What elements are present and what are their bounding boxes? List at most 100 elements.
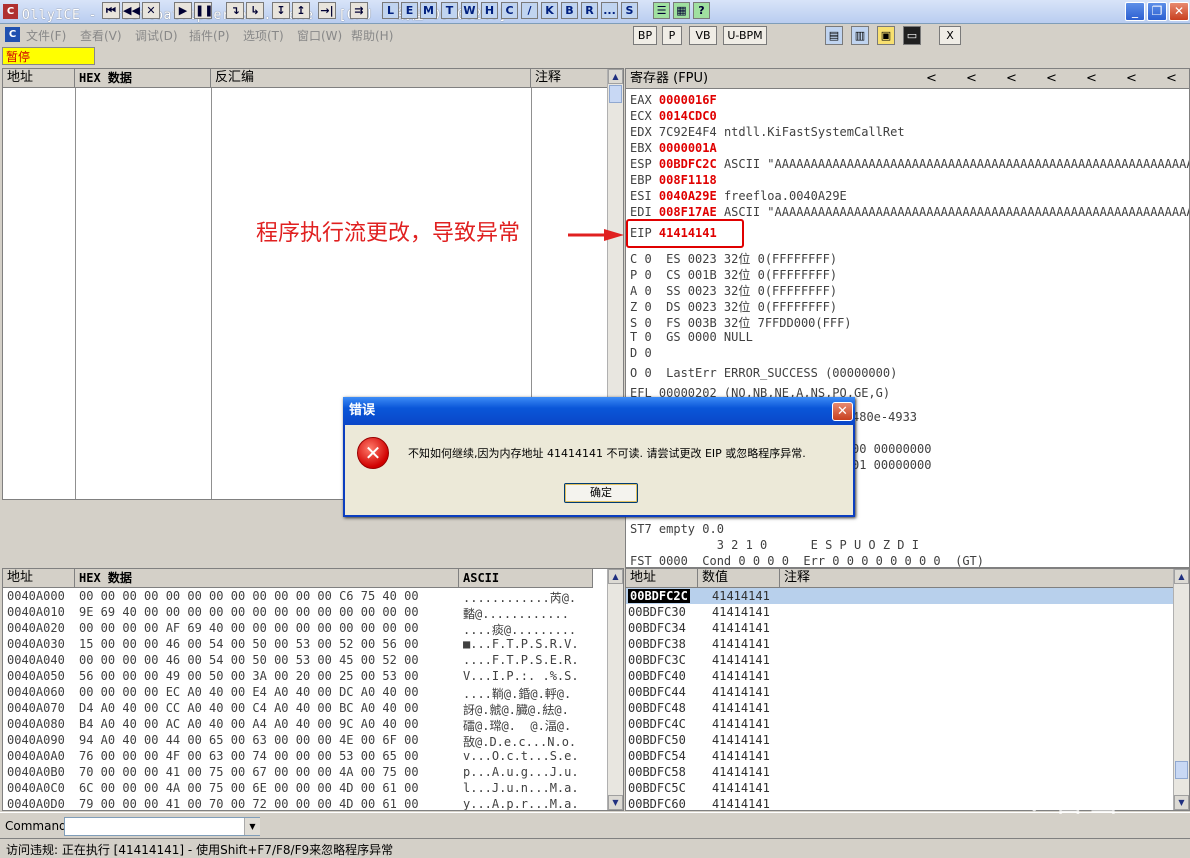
menu-debug[interactable]: 调试(D): [135, 27, 178, 44]
scroll-down-icon[interactable]: ▼: [608, 795, 623, 810]
scroll-down-icon[interactable]: ▼: [1174, 795, 1189, 810]
flag-line[interactable]: Z 0 DS 0023 32位 0(FFFFFFFF): [630, 298, 837, 315]
flag-line[interactable]: O 0 LastErr ERROR_SUCCESS (00000000): [630, 366, 897, 380]
stack-address[interactable]: 00BDFC60: [628, 797, 686, 810]
scroll-up-icon[interactable]: ▲: [608, 69, 623, 84]
stack-value[interactable]: 41414141: [712, 653, 770, 667]
dump-pane[interactable]: 地址 HEX 数据 ASCII 0040A000 00 00 00 00 00 0…: [2, 568, 624, 811]
stack-address[interactable]: 00BDFC48: [628, 701, 686, 715]
pause-button[interactable]: ❚❚: [194, 2, 213, 19]
references-button[interactable]: R: [581, 2, 598, 19]
stack-value[interactable]: 41414141: [712, 685, 770, 699]
scroll-thumb[interactable]: [609, 85, 622, 103]
stack-address[interactable]: 00BDFC38: [628, 637, 686, 651]
stack-scrollbar[interactable]: ▲ ▼: [1173, 569, 1189, 810]
chevron-left-icon[interactable]: <: [1086, 71, 1097, 86]
register-value[interactable]: 0014CDC0: [659, 109, 717, 123]
dump-hex[interactable]: 6C 00 00 00 4A 00 75 00 6E 00 00 00 4D 0…: [79, 781, 419, 795]
list-view-icon[interactable]: ☰: [653, 2, 670, 19]
chevron-left-icon[interactable]: <: [1126, 71, 1137, 86]
dump-address[interactable]: 0040A010: [7, 605, 65, 619]
register-ebp[interactable]: EBP 008F1118: [630, 173, 717, 187]
chevron-left-icon[interactable]: <: [1166, 71, 1177, 86]
menu-window[interactable]: 窗口(W): [297, 27, 342, 44]
stack-value[interactable]: 41414141: [712, 717, 770, 731]
dump-header-address[interactable]: 地址: [3, 569, 75, 588]
register-edx[interactable]: EDX 7C92E4F4 ntdll.KiFastSystemCallRet: [630, 125, 905, 139]
dump-hex[interactable]: 79 00 00 00 41 00 70 00 72 00 00 00 4D 0…: [79, 797, 419, 810]
register-value[interactable]: 00BDFC2C: [659, 157, 717, 171]
dump-ascii[interactable]: l...J.u.n...M.a.: [463, 781, 579, 795]
dump-hex[interactable]: 00 00 00 00 46 00 54 00 50 00 53 00 45 0…: [79, 653, 419, 667]
dump-ascii[interactable]: V...I.P.:. .%.S.: [463, 669, 579, 683]
chevron-left-icon[interactable]: <: [926, 71, 937, 86]
trace-into-button[interactable]: ↧: [272, 2, 290, 19]
cpu-button[interactable]: C: [501, 2, 518, 19]
stop-button[interactable]: ✕: [142, 2, 160, 19]
goto-button[interactable]: ⇉: [350, 2, 368, 19]
help-icon[interactable]: ?: [693, 2, 710, 19]
dump-hex[interactable]: 70 00 00 00 41 00 75 00 67 00 00 00 4A 0…: [79, 765, 419, 779]
grid-view-icon[interactable]: ▦: [673, 2, 690, 19]
dump-hex[interactable]: 94 A0 40 00 44 00 65 00 63 00 00 00 4E 0…: [79, 733, 419, 747]
dump-ascii[interactable]: 敔@.D.e.c...N.o.: [463, 733, 576, 750]
stack-header-value[interactable]: 数值: [698, 569, 780, 588]
register-value[interactable]: 008F1118: [659, 173, 717, 187]
stack-address[interactable]: 00BDFC5C: [628, 781, 686, 795]
breakpoints-button[interactable]: B: [561, 2, 578, 19]
flag-line[interactable]: S 0 FS 003B 32位 7FFDD000(FFF): [630, 314, 852, 331]
scroll-up-icon[interactable]: ▲: [608, 569, 623, 584]
dump-address[interactable]: 0040A030: [7, 637, 65, 651]
dump-ascii[interactable]: ....F.T.P.S.E.R.: [463, 653, 579, 667]
dump-hex[interactable]: B4 A0 40 00 AC A0 40 00 A4 A0 40 00 9C A…: [79, 717, 419, 731]
patches-button[interactable]: /: [521, 2, 538, 19]
menu-file[interactable]: 文件(F): [26, 27, 66, 44]
flag-line[interactable]: A 0 SS 0023 32位 0(FFFFFFFF): [630, 282, 837, 299]
stack-value[interactable]: 41414141: [712, 605, 770, 619]
register-value[interactable]: 7C92E4F4: [659, 125, 717, 139]
stack-value[interactable]: 41414141: [712, 749, 770, 763]
dump-ascii[interactable]: ............芮@.: [463, 589, 576, 606]
register-esp[interactable]: ESP 00BDFC2C ASCII "AAAAAAAAAAAAAAAAAAAA…: [630, 157, 1189, 171]
flag-line[interactable]: C 0 ES 0023 32位 0(FFFFFFFF): [630, 250, 837, 267]
disasm-header-hex[interactable]: HEX 数据: [75, 69, 211, 88]
modules-button[interactable]: E: [401, 2, 418, 19]
stack-address[interactable]: 00BDFC34: [628, 621, 686, 635]
stack-address[interactable]: 00BDFC54: [628, 749, 686, 763]
ok-button[interactable]: 确定: [564, 483, 638, 503]
rewind-button[interactable]: ◀◀: [122, 2, 140, 19]
menu-help[interactable]: 帮助(H): [351, 27, 393, 44]
u-bpm-button[interactable]: U-BPM: [723, 26, 767, 45]
source-button[interactable]: S: [621, 2, 638, 19]
dump-address[interactable]: 0040A070: [7, 701, 65, 715]
step-over-button[interactable]: ↳: [246, 2, 264, 19]
close-child-button[interactable]: X: [939, 26, 961, 45]
vb-button[interactable]: VB: [689, 26, 717, 45]
register-esi[interactable]: ESI 0040A29E freefloa.0040A29E: [630, 189, 847, 203]
chevron-left-icon[interactable]: <: [1006, 71, 1017, 86]
dump-hex[interactable]: 15 00 00 00 46 00 54 00 50 00 53 00 52 0…: [79, 637, 419, 651]
trace-over-button[interactable]: ↥: [292, 2, 310, 19]
stack-value[interactable]: 41414141: [712, 669, 770, 683]
dump-address[interactable]: 0040A0B0: [7, 765, 65, 779]
dump-header-hex[interactable]: HEX 数据: [75, 569, 459, 588]
menu-view[interactable]: 查看(V): [80, 27, 122, 44]
register-ebx[interactable]: EBX 0000001A: [630, 141, 717, 155]
execute-till-return-button[interactable]: →|: [318, 2, 336, 19]
stack-value[interactable]: 41414141: [712, 781, 770, 795]
stack-value[interactable]: 41414141: [712, 621, 770, 635]
dump-address[interactable]: 0040A050: [7, 669, 65, 683]
stack-value[interactable]: 41414141: [712, 797, 770, 810]
console-icon[interactable]: ▭: [903, 26, 921, 45]
minimize-button[interactable]: _: [1125, 2, 1145, 21]
stack-value[interactable]: 41414141: [712, 701, 770, 715]
dump-hex[interactable]: 9E 69 40 00 00 00 00 00 00 00 00 00 00 0…: [79, 605, 419, 619]
dump-hex[interactable]: 76 00 00 00 4F 00 63 00 74 00 00 00 53 0…: [79, 749, 419, 763]
stack-address[interactable]: 00BDFC4C: [628, 717, 686, 731]
restore-button[interactable]: ❐: [1147, 2, 1167, 21]
close-button[interactable]: ✕: [1169, 2, 1189, 21]
chevron-left-icon[interactable]: <: [1046, 71, 1057, 86]
bp-button[interactable]: BP: [633, 26, 657, 45]
register-value[interactable]: 0000001A: [659, 141, 717, 155]
stack-address[interactable]: 00BDFC30: [628, 605, 686, 619]
